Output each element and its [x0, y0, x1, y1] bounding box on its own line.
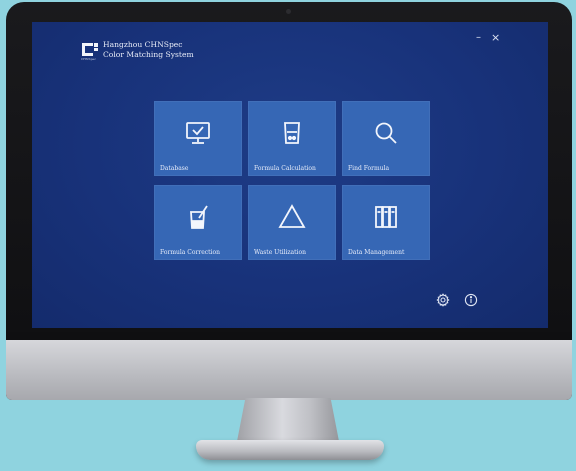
binders-icon: [375, 206, 397, 228]
tile-label: Waste Utilization: [254, 249, 306, 256]
tile-label: Database: [160, 165, 189, 172]
tile-formula-calculation[interactable]: Formula Calculation: [248, 101, 336, 176]
tile-data-management[interactable]: Data Management: [342, 185, 430, 260]
monitor-frame: CHNSpec Hangzhou CHNSpec Color Matching …: [6, 2, 572, 400]
tile-formula-correction[interactable]: Formula Correction: [154, 185, 242, 260]
gear-icon[interactable]: [436, 293, 450, 307]
monitor-chin: [6, 340, 572, 400]
webcam: [286, 9, 291, 14]
tile-label: Formula Correction: [160, 249, 220, 256]
search-icon: [375, 122, 397, 144]
logo-caption: CHNSpec: [81, 57, 96, 61]
tile-waste-utilization[interactable]: Waste Utilization: [248, 185, 336, 260]
info-icon[interactable]: [464, 293, 478, 307]
app-screen: CHNSpec Hangzhou CHNSpec Color Matching …: [32, 22, 548, 328]
mixing-beaker-icon: [190, 205, 208, 229]
triangle-icon: [278, 204, 306, 228]
monitor-stand-neck: [236, 398, 340, 444]
app-title: Hangzhou CHNSpec Color Matching System: [103, 40, 194, 59]
monitor-check-icon: [186, 122, 210, 144]
monitor-stand-base: [196, 440, 384, 460]
tile-database[interactable]: Database: [154, 101, 242, 176]
app-title-line1: Hangzhou CHNSpec: [103, 40, 183, 49]
minimize-button[interactable]: –: [476, 32, 481, 43]
tile-find-formula[interactable]: Find Formula: [342, 101, 430, 176]
beaker-icon: [284, 122, 300, 144]
close-button[interactable]: ×: [491, 31, 500, 44]
app-title-line2: Color Matching System: [103, 49, 194, 59]
tile-label: Find Formula: [348, 165, 390, 172]
chnspec-logo-icon: [82, 43, 98, 56]
tile-label: Data Management: [348, 249, 405, 256]
tile-label: Formula Calculation: [254, 165, 316, 172]
